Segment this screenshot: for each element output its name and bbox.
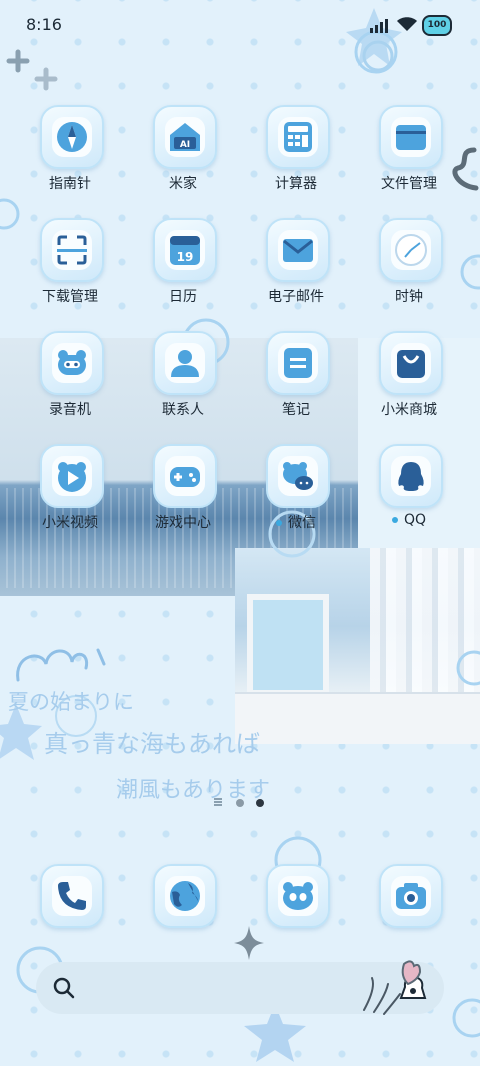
page-dot-active [256, 799, 264, 807]
app-recorder[interactable]: 录音机 [20, 329, 120, 429]
dock-phone[interactable] [20, 864, 120, 964]
page-dot [236, 799, 244, 807]
compass-icon [40, 105, 104, 169]
app-game-center[interactable]: 游戏中心 [133, 442, 233, 542]
contacts-icon [153, 331, 217, 395]
app-download-manager[interactable]: 下载管理 [20, 216, 120, 316]
dock-messages[interactable] [246, 864, 346, 964]
app-label-text: 微信 [288, 515, 316, 531]
app-qq[interactable]: QQ [359, 442, 459, 542]
app-label: 时钟 [395, 289, 423, 305]
dock-browser[interactable] [133, 864, 233, 964]
app-label: 电子邮件 [268, 289, 324, 305]
doodle-decoration-icon [363, 960, 422, 1015]
video-play-icon [40, 444, 104, 508]
app-label: 文件管理 [381, 176, 437, 192]
clock-icon [379, 218, 443, 282]
status-time: 8:16 [26, 15, 62, 34]
app-label: 下载管理 [42, 289, 98, 305]
camera-icon [379, 864, 443, 928]
app-label: 笔记 [282, 402, 310, 418]
gamepad-icon [153, 444, 217, 508]
mail-icon [266, 218, 330, 282]
app-compass[interactable]: 指南针 [20, 103, 120, 203]
app-calendar[interactable]: 19 日历 [133, 216, 233, 316]
app-label: 计算器 [275, 176, 317, 192]
calendar-day: 19 [177, 250, 194, 264]
calculator-icon [266, 105, 330, 169]
app-label: 小米视频 [42, 515, 98, 531]
browser-globe-icon [153, 864, 217, 928]
new-indicator-dot [391, 517, 398, 523]
dock-camera[interactable] [359, 864, 459, 964]
app-label: 游戏中心 [155, 515, 211, 531]
search-icon [53, 977, 75, 999]
app-mi-video[interactable]: 小米视频 [20, 442, 120, 542]
app-notes[interactable]: 笔记 [246, 329, 346, 429]
app-label: 联系人 [162, 402, 204, 418]
wallpaper-text-line1: 夏の始まりに [8, 690, 134, 714]
battery-icon: 100 [422, 15, 452, 36]
qq-penguin-icon [379, 444, 443, 508]
app-label-text: QQ [403, 512, 427, 528]
status-bar: 8:16 100 [0, 0, 480, 50]
mijia-badge: AI [180, 140, 190, 150]
app-mijia[interactable]: AI 米家 [133, 103, 233, 203]
mijia-home-icon: AI [153, 105, 217, 169]
wechat-icon [266, 444, 330, 508]
signal-icon [370, 19, 388, 33]
app-label: 日历 [169, 289, 197, 305]
app-file-manager[interactable]: 文件管理 [359, 103, 459, 203]
calendar-icon: 19 [153, 218, 217, 282]
shopping-bag-icon [379, 331, 443, 395]
app-clock[interactable]: 时钟 [359, 216, 459, 316]
page-indicator[interactable] [214, 797, 274, 809]
app-label: 微信 [246, 512, 346, 532]
page-dot-list [214, 798, 222, 806]
recorder-icon [40, 331, 104, 395]
messages-bear-icon [266, 864, 330, 928]
app-label: 录音机 [49, 402, 91, 418]
notes-icon [266, 331, 330, 395]
download-manager-icon [40, 218, 104, 282]
new-indicator-dot [276, 520, 282, 526]
app-label: 小米商城 [381, 402, 437, 418]
app-calculator[interactable]: 计算器 [246, 103, 346, 203]
app-label: QQ [359, 512, 459, 528]
app-email[interactable]: 电子邮件 [246, 216, 346, 316]
app-label: 米家 [169, 176, 197, 192]
app-wechat[interactable]: 微信 [246, 442, 346, 542]
app-label: 指南针 [49, 176, 91, 192]
phone-icon [40, 864, 104, 928]
wallpaper-text-line2: 真っ青な海もあれば [44, 730, 260, 758]
folder-icon [379, 105, 443, 169]
app-contacts[interactable]: 联系人 [133, 329, 233, 429]
wifi-icon [397, 17, 417, 31]
app-mi-store[interactable]: 小米商城 [359, 329, 459, 429]
